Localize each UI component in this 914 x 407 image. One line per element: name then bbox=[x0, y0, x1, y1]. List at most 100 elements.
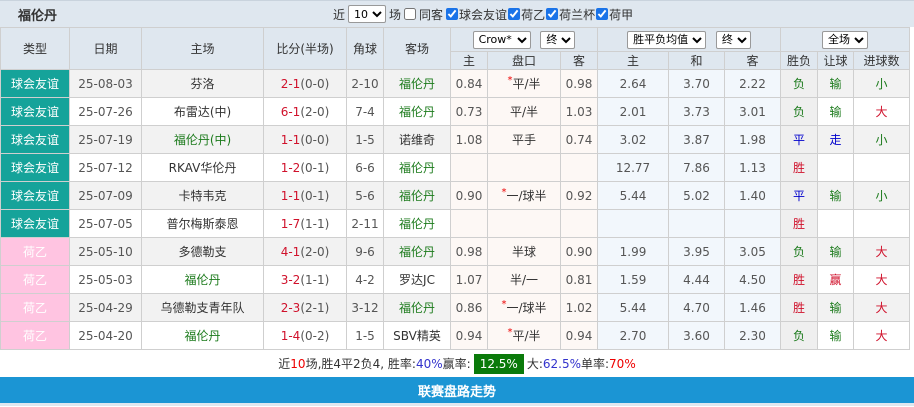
avg-odds-header: 胜平负均值 终 bbox=[597, 27, 781, 52]
score[interactable]: 1-2(0-1) bbox=[263, 153, 347, 182]
home-team[interactable]: 福伦丹 bbox=[141, 265, 264, 294]
handicap-result bbox=[817, 209, 854, 238]
league-checkbox[interactable] bbox=[546, 8, 559, 20]
table-row: 荷乙 25-05-10 多德勒支 4-1(2-0) 9-6 福伦丹 0.98 半… bbox=[0, 237, 911, 266]
away-team[interactable]: SBV精英 bbox=[383, 321, 451, 350]
handicap: *平/半 bbox=[487, 69, 561, 98]
avg-select[interactable]: 胜平负均值 bbox=[627, 30, 707, 49]
match-type[interactable]: 荷乙 bbox=[0, 237, 70, 266]
score[interactable]: 1-4(0-2) bbox=[263, 321, 347, 350]
handicap-line: 一/球半 bbox=[506, 189, 547, 203]
handicap: 半球 bbox=[487, 237, 561, 266]
score[interactable]: 1-1(0-1) bbox=[263, 181, 347, 210]
subheader: 盘口 bbox=[487, 51, 561, 70]
avg-loss: 4.50 bbox=[724, 265, 781, 294]
away-team[interactable]: 福伦丹 bbox=[383, 181, 451, 210]
away-odds: 0.98 bbox=[560, 69, 598, 98]
match-type[interactable]: 球会友谊 bbox=[0, 125, 70, 154]
league-checkbox[interactable] bbox=[508, 8, 521, 20]
handicap-result: 输 bbox=[817, 181, 854, 210]
away-team[interactable]: 福伦丹 bbox=[383, 153, 451, 182]
score[interactable]: 3-2(1-1) bbox=[263, 265, 347, 294]
full-time-score: 6-1 bbox=[280, 104, 301, 119]
score[interactable]: 2-1(0-0) bbox=[263, 69, 347, 98]
handicap-line: 半/一 bbox=[509, 273, 539, 287]
match-type[interactable]: 球会友谊 bbox=[0, 69, 70, 98]
avg-draw: 4.44 bbox=[668, 265, 725, 294]
avg-draw: 3.60 bbox=[668, 321, 725, 350]
goals-result: 小 bbox=[852, 69, 911, 98]
home-team[interactable]: 普尔梅斯泰恩 bbox=[141, 209, 264, 238]
handicap-win-rate: 12.5% bbox=[473, 353, 524, 374]
result: 负 bbox=[780, 237, 818, 266]
match-type[interactable]: 球会友谊 bbox=[0, 97, 70, 126]
filters: 近 10 场 同客 球会友谊 荷乙 荷兰杯 荷甲 bbox=[333, 5, 633, 23]
match-type[interactable]: 球会友谊 bbox=[0, 153, 70, 182]
title-bar: 福伦丹 近 10 场 同客 球会友谊 荷乙 荷兰杯 荷甲 bbox=[0, 0, 914, 27]
score[interactable]: 6-1(2-0) bbox=[263, 97, 347, 126]
half-time-score: (1-1) bbox=[300, 272, 330, 287]
league-checkbox[interactable] bbox=[596, 8, 609, 20]
home-odds bbox=[450, 209, 488, 238]
subheader: 胜负 bbox=[780, 51, 818, 70]
away-team[interactable]: 福伦丹 bbox=[383, 209, 451, 238]
match-count-select[interactable]: 10 bbox=[348, 5, 387, 23]
company-select[interactable]: Crow* bbox=[472, 30, 531, 49]
home-team[interactable]: 福伦丹 bbox=[141, 321, 264, 350]
away-team[interactable]: 福伦丹 bbox=[383, 69, 451, 98]
avg-loss: 3.01 bbox=[724, 97, 781, 126]
goals-result: 大 bbox=[852, 293, 911, 322]
corners: 9-6 bbox=[346, 237, 384, 266]
home-team[interactable]: RKAV华伦丹 bbox=[141, 153, 264, 182]
handicap: 平/半 bbox=[487, 97, 561, 126]
table-row: 球会友谊 25-07-05 普尔梅斯泰恩 1-7(1-1) 2-11 福伦丹 胜 bbox=[0, 209, 911, 238]
home-team[interactable]: 芬洛 bbox=[141, 69, 264, 98]
score[interactable]: 2-3(2-1) bbox=[263, 293, 347, 322]
avg-draw: 4.70 bbox=[668, 293, 725, 322]
avg-loss: 2.22 bbox=[724, 69, 781, 98]
home-odds: 0.90 bbox=[450, 181, 488, 210]
away-odds bbox=[560, 153, 598, 182]
away-team[interactable]: 福伦丹 bbox=[383, 97, 451, 126]
goals-result: 大 bbox=[852, 237, 911, 266]
col-score: 比分(半场) bbox=[263, 27, 347, 70]
half-time-score: (2-0) bbox=[300, 244, 330, 259]
scope-select[interactable]: 全场 bbox=[822, 30, 869, 49]
match-type[interactable]: 荷乙 bbox=[0, 321, 70, 350]
match-type[interactable]: 球会友谊 bbox=[0, 181, 70, 210]
score[interactable]: 4-1(2-0) bbox=[263, 237, 347, 266]
home-team[interactable]: 多德勒支 bbox=[141, 237, 264, 266]
avg-draw: 3.73 bbox=[668, 97, 725, 126]
odd-rate: 70% bbox=[609, 356, 636, 371]
result: 平 bbox=[780, 181, 818, 210]
away-team[interactable]: 福伦丹 bbox=[383, 237, 451, 266]
avg-time-select[interactable]: 终 bbox=[715, 30, 751, 49]
match-type[interactable]: 荷乙 bbox=[0, 293, 70, 322]
league-trend-button[interactable]: 联赛盘路走势 bbox=[0, 377, 914, 406]
result: 负 bbox=[780, 97, 818, 126]
home-team[interactable]: 布雷达(中) bbox=[141, 97, 264, 126]
home-team[interactable]: 乌德勒支青年队 bbox=[141, 293, 264, 322]
avg-loss: 2.30 bbox=[724, 321, 781, 350]
subheader: 进球数 bbox=[852, 51, 911, 70]
away-team[interactable]: 福伦丹 bbox=[383, 293, 451, 322]
home-team[interactable]: 卡特韦克 bbox=[141, 181, 264, 210]
subheader: 让球 bbox=[817, 51, 854, 70]
same-away-checkbox[interactable] bbox=[404, 8, 417, 20]
match-date: 25-08-03 bbox=[69, 69, 142, 98]
avg-loss: 1.46 bbox=[724, 293, 781, 322]
near-label: 近 bbox=[333, 7, 346, 22]
home-odds bbox=[450, 153, 488, 182]
home-team[interactable]: 福伦丹(中) bbox=[141, 125, 264, 154]
away-odds: 0.92 bbox=[560, 181, 598, 210]
league-checkbox[interactable] bbox=[446, 8, 459, 20]
score[interactable]: 1-1(0-0) bbox=[263, 125, 347, 154]
score[interactable]: 1-7(1-1) bbox=[263, 209, 347, 238]
away-team[interactable]: 诺维奇 bbox=[383, 125, 451, 154]
away-team[interactable]: 罗达JC bbox=[383, 265, 451, 294]
handicap-result: 输 bbox=[817, 97, 854, 126]
match-type[interactable]: 球会友谊 bbox=[0, 209, 70, 238]
match-type[interactable]: 荷乙 bbox=[0, 265, 70, 294]
full-time-score: 1-7 bbox=[280, 216, 301, 231]
handicap-time-select[interactable]: 终 bbox=[540, 30, 576, 49]
